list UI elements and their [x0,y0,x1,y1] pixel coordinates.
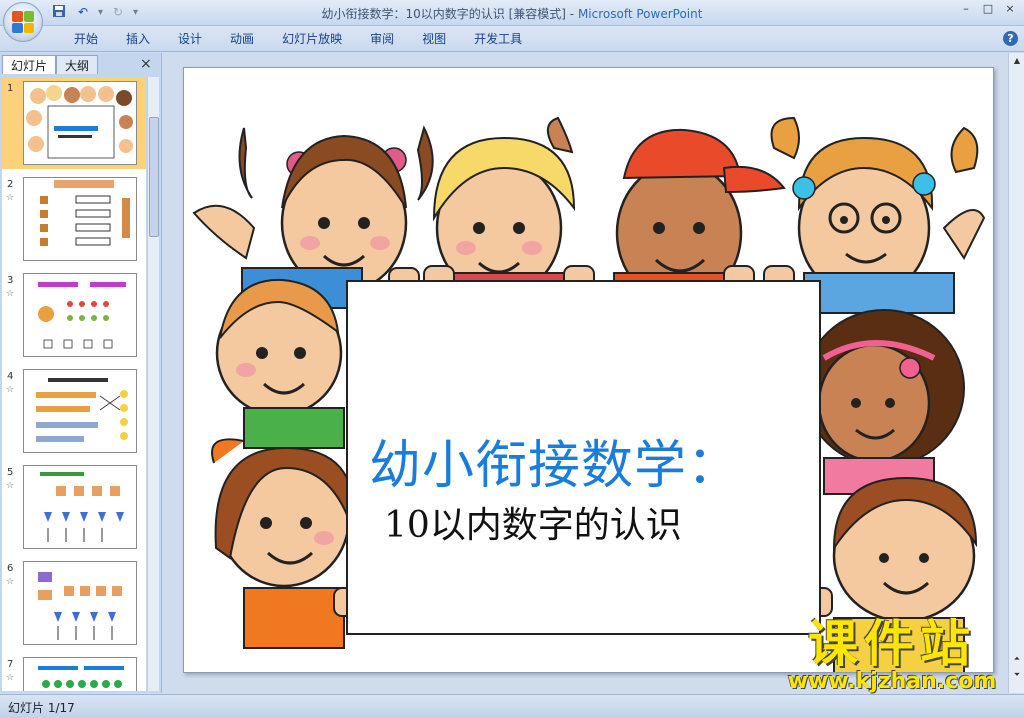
animation-star-icon: ☆ [6,385,15,395]
slide-scrollbar[interactable]: ▲ ⏶ ⏷ [1008,53,1024,693]
window-controls: – □ × [956,2,1020,18]
slides-panel: 幻灯片 大纲 × 1 2 ☆ 3 ☆ 4 ☆ 5 ☆ 6 ☆ 7 ☆ [0,53,162,693]
status-bar: 幻灯片 1/17 [0,694,1024,718]
scroll-up-icon[interactable]: ▲ [1011,55,1023,67]
kid-girl-curly [803,309,965,495]
slide-number: 2 [7,179,14,190]
office-logo-icon [12,11,34,33]
tab-outline[interactable]: 大纲 [56,55,99,74]
slide-title[interactable]: 幼小衔接数学： [369,423,740,498]
app-name: Microsoft PowerPoint [577,7,703,21]
tab-review[interactable]: 审阅 [356,31,408,47]
tab-animations[interactable]: 动画 [216,31,268,47]
slide-number: 4 [7,371,14,382]
slide-thumbnail-list[interactable]: 1 2 ☆ 3 ☆ 4 ☆ 5 ☆ 6 ☆ 7 ☆ [2,77,146,691]
slide-thumbnail[interactable] [23,177,137,261]
minimize-button[interactable]: – [956,2,976,18]
slide-thumbnail-row[interactable]: 5 ☆ [2,461,146,553]
slide-editor: 幼小衔接数学： 10以内数字的认识 [165,53,1008,693]
slide-number: 5 [7,467,14,478]
slide-thumbnail-row[interactable]: 1 [2,77,146,169]
tab-developer[interactable]: 开发工具 [460,31,536,47]
watermark-main-text: 课件站 [808,615,976,673]
close-button[interactable]: × [1000,2,1020,18]
slide-thumbnail-row[interactable]: 6 ☆ [2,557,146,649]
kid-boy-left [215,278,345,449]
animation-star-icon: ☆ [6,577,15,587]
close-icon[interactable]: × [140,56,152,72]
title-bar: ↶ ▾ ↻ ▾ 幼小衔接数学：10以内数字的认识 [兼容模式] - Micros… [0,0,1024,26]
slide-counter: 幻灯片 1/17 [8,701,75,715]
slide-thumbnail[interactable] [23,273,137,357]
animation-star-icon: ☆ [6,193,15,203]
tab-slide-show[interactable]: 幻灯片放映 [268,31,356,47]
slide-thumbnail[interactable] [23,81,137,165]
slide-canvas[interactable]: 幼小衔接数学： 10以内数字的认识 [183,67,994,673]
previous-slide-icon[interactable]: ⏶ [1011,653,1023,665]
slide-number: 7 [7,659,14,670]
window-title: 幼小衔接数学：10以内数字的认识 [兼容模式] - Microsoft Powe… [0,5,1024,22]
slide-thumbnail[interactable] [23,369,137,453]
animation-star-icon: ☆ [6,481,15,491]
slide-number: 1 [7,83,14,94]
slide-number: 6 [7,563,14,574]
slide-thumbnail[interactable] [23,561,137,645]
kid-girl-bottom-left [211,438,355,649]
thumbnail-scrollbar[interactable] [147,77,159,691]
slide-subtitle[interactable]: 10以内数字的认识 [384,496,682,548]
animation-star-icon: ☆ [6,289,15,299]
watermark-logo: 课件站 www.kjzhan.com [772,618,1012,694]
tab-view[interactable]: 视图 [408,31,460,47]
slide-thumbnail[interactable] [23,465,137,549]
ribbon: 开始 插入 设计 动画 幻灯片放映 审阅 视图 开发工具 ? [0,26,1024,52]
tab-design[interactable]: 设计 [164,31,216,47]
slide-thumbnail-row[interactable]: 4 ☆ [2,365,146,457]
slide-thumbnail[interactable] [23,657,137,691]
office-button[interactable] [3,2,43,42]
next-slide-icon[interactable]: ⏷ [1011,669,1023,681]
slide-number: 3 [7,275,14,286]
slide-thumbnail-row[interactable]: 2 ☆ [2,173,146,265]
help-icon[interactable]: ? [1003,31,1018,46]
maximize-button[interactable]: □ [978,2,998,18]
document-title: 幼小衔接数学：10以内数字的认识 [兼容模式] - [321,7,578,21]
ribbon-tabs: 开始 插入 设计 动画 幻灯片放映 审阅 视图 开发工具 [60,31,536,47]
slide-thumbnail-row[interactable]: 7 ☆ [2,653,146,691]
tab-slides[interactable]: 幻灯片 [2,55,57,74]
slide-thumbnail-row[interactable]: 3 ☆ [2,269,146,361]
scrollbar-thumb[interactable] [149,117,159,237]
tab-insert[interactable]: 插入 [112,31,164,47]
tab-home[interactable]: 开始 [60,31,112,47]
animation-star-icon: ☆ [6,673,15,683]
watermark-url-text: www.kjzhan.com [787,669,997,694]
panel-tabs: 幻灯片 大纲 [2,55,99,75]
